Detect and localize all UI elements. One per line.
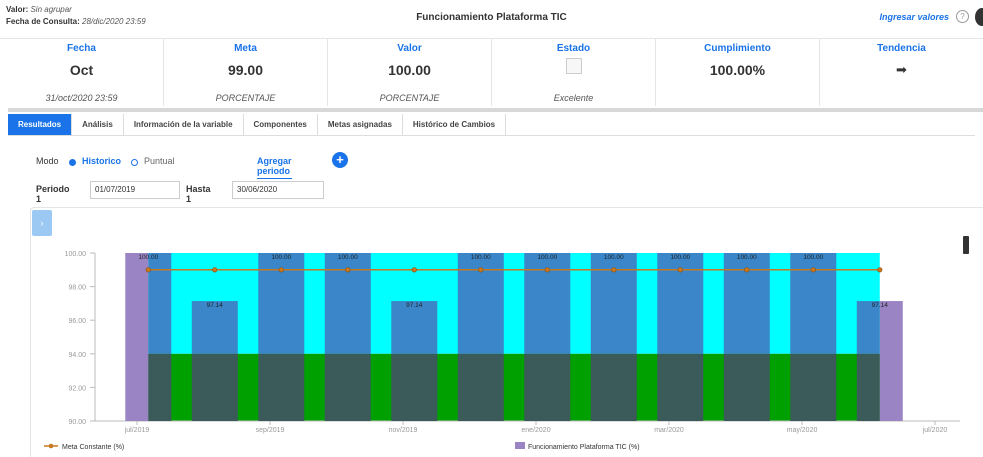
meta-point — [478, 267, 484, 273]
y-tick-label: 92.00 — [68, 385, 86, 392]
y-tick-label: 100.00 — [65, 251, 87, 258]
data-label: 100.00 — [737, 254, 757, 261]
data-label: 97.14 — [872, 302, 889, 309]
data-bar-lower — [723, 353, 770, 421]
data-bar-upper — [148, 253, 172, 354]
data-bar-lower — [191, 353, 238, 421]
x-tick-label: nov/2019 — [389, 427, 418, 434]
meta-point — [345, 267, 351, 273]
data-label: 100.00 — [138, 254, 158, 261]
legend-series-label: Funcionamiento Plataforma TIC (%) — [528, 444, 640, 451]
data-bar-lower — [258, 353, 305, 421]
chart-svg: 100.00 98.00 96.00 94.00 92.00 90.00 100.00 97.… — [44, 251, 960, 451]
data-bar-lower — [657, 353, 704, 421]
data-bar-lower — [457, 353, 504, 421]
legend-meta-marker — [48, 443, 54, 449]
x-tick-label: ene/2020 — [521, 427, 550, 434]
meta-point — [677, 267, 683, 273]
meta-point — [278, 267, 284, 273]
x-tick-label: jul/2019 — [124, 427, 150, 434]
meta-point — [212, 267, 218, 273]
y-tick-label: 90.00 — [68, 419, 86, 426]
meta-point — [611, 267, 617, 273]
data-bar-lower — [590, 353, 637, 421]
x-tick-label: sep/2019 — [256, 427, 285, 434]
data-bar-lower — [856, 353, 880, 421]
data-label: 100.00 — [604, 254, 624, 261]
y-tick-label: 94.00 — [68, 352, 86, 359]
meta-point — [145, 267, 151, 273]
y-tick-label: 98.00 — [68, 285, 86, 292]
legend-series-swatch — [515, 442, 525, 449]
data-label: 97.14 — [406, 302, 423, 309]
data-bar-lower — [524, 353, 571, 421]
meta-point — [877, 267, 883, 273]
x-tick-label: may/2020 — [787, 427, 818, 434]
band-bottom — [148, 353, 880, 421]
meta-point — [411, 267, 417, 273]
data-label: 100.00 — [537, 254, 557, 261]
meta-point — [544, 267, 550, 273]
meta-point — [744, 267, 750, 273]
band-top — [148, 253, 880, 354]
edge-bar-purple — [125, 253, 149, 421]
legend-meta-label: Meta Constante (%) — [62, 444, 124, 451]
edge-bar-purple — [879, 301, 903, 421]
data-bar-lower — [391, 353, 438, 421]
data-label: 100.00 — [670, 254, 690, 261]
y-tick-label: 96.00 — [68, 318, 86, 325]
x-tick-label: mar/2020 — [654, 427, 684, 434]
x-tick-label: jul/2020 — [922, 427, 948, 434]
data-label: 97.14 — [207, 302, 224, 309]
data-label: 100.00 — [271, 254, 291, 261]
data-label: 100.00 — [803, 254, 823, 261]
data-bar-lower — [324, 353, 371, 421]
meta-point — [810, 267, 816, 273]
data-label: 100.00 — [338, 254, 358, 261]
data-bar-lower — [148, 353, 172, 421]
data-label: 100.00 — [471, 254, 491, 261]
data-bar-lower — [790, 353, 837, 421]
